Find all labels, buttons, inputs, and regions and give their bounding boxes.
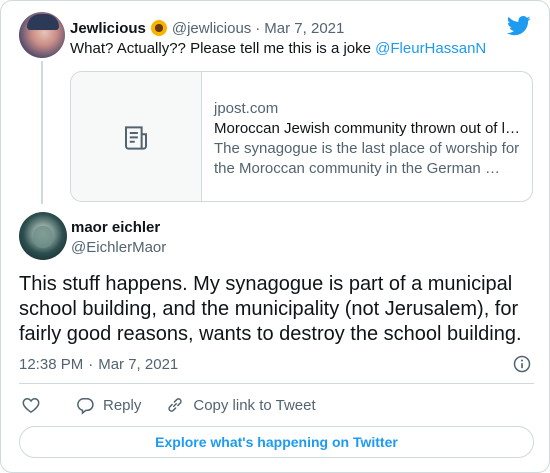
link-domain: jpost.com: [214, 100, 279, 117]
mention-link[interactable]: @FleurHassanN: [375, 40, 486, 57]
copy-link-button[interactable]: Copy link to Tweet: [165, 395, 316, 415]
link-preview-card[interactable]: jpost.com Moroccan Jewish community thro…: [70, 71, 533, 202]
author-handle[interactable]: @EichlerMaor: [71, 239, 166, 256]
link-description: The synagogue is the last place of worsh…: [214, 139, 524, 179]
tweet-text-line: fairly good reasons, wants to destroy th…: [19, 323, 522, 345]
reply-icon: [77, 398, 94, 415]
tweet-text-line: school building, and the municipality (n…: [19, 298, 519, 320]
link-title: Moroccan Jewish community thrown out of …: [214, 120, 520, 137]
link-icon: [168, 398, 182, 412]
parent-text-body: What? Actually?? Please tell me this is …: [70, 40, 376, 57]
link-description-line: The synagogue is the last place of worsh…: [214, 140, 520, 157]
tweet-actions: Reply Copy link to Tweet: [19, 394, 316, 416]
link-thumbnail: [71, 72, 202, 201]
sunflower-icon: [150, 20, 167, 36]
author-display-name[interactable]: maor eichler: [71, 219, 160, 236]
reply-button[interactable]: Reply: [75, 395, 141, 415]
parent-handle[interactable]: @jewlicious: [172, 20, 251, 37]
article-icon: [125, 125, 147, 150]
parent-tweet-header: Jewlicious @jewlicious · Mar 7, 2021: [70, 18, 344, 38]
header-separator: ·: [255, 19, 261, 37]
thread-connector-line: [41, 61, 43, 204]
reply-label: Reply: [103, 396, 142, 414]
info-icon[interactable]: [512, 354, 532, 374]
parent-avatar[interactable]: [19, 12, 65, 58]
tweet-timestamp-row: 12:38 PM · Mar 7, 2021: [19, 354, 534, 374]
twitter-bird-icon[interactable]: [507, 16, 531, 36]
parent-date[interactable]: Mar 7, 2021: [264, 20, 344, 37]
divider: [19, 383, 534, 384]
parent-display-name[interactable]: Jewlicious: [70, 20, 146, 37]
tweet-date[interactable]: Mar 7, 2021: [98, 356, 178, 373]
tweet-embed-card: Jewlicious @jewlicious · Mar 7, 2021 Wha…: [0, 0, 550, 473]
tweet-time[interactable]: 12:38 PM: [19, 356, 83, 373]
link-description-line: the Moroccan community in the German …: [214, 160, 500, 177]
tweet-text-line: This stuff happens. My synagogue is part…: [19, 273, 513, 295]
timestamp-separator: ·: [88, 355, 94, 373]
copy-link-label: Copy link to Tweet: [193, 396, 316, 414]
tweet-text: This stuff happens. My synagogue is part…: [19, 272, 534, 347]
link-info: jpost.com Moroccan Jewish community thro…: [214, 99, 524, 179]
like-button[interactable]: [21, 395, 41, 415]
parent-tweet-text: What? Actually?? Please tell me this is …: [70, 40, 486, 57]
heart-icon: [22, 397, 40, 413]
author-avatar[interactable]: [19, 212, 67, 260]
explore-twitter-button[interactable]: Explore what's happening on Twitter: [19, 426, 534, 458]
